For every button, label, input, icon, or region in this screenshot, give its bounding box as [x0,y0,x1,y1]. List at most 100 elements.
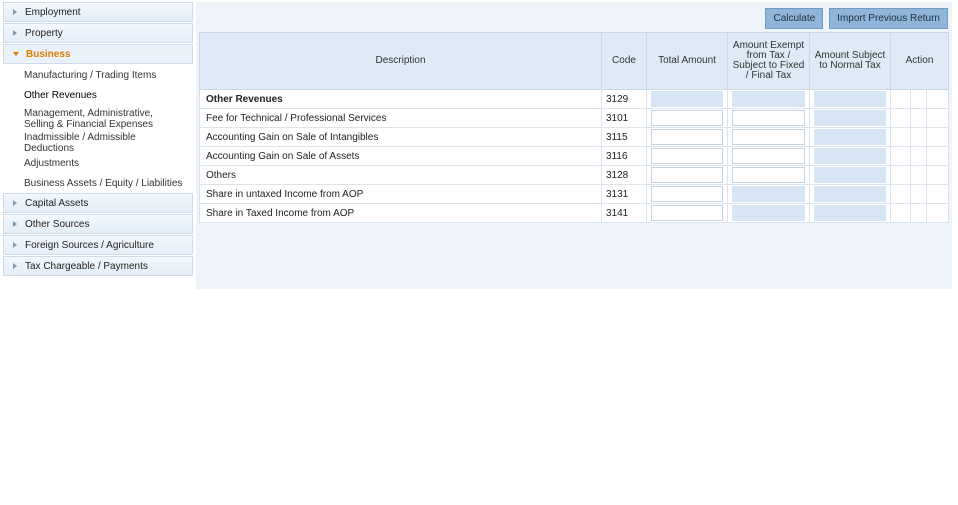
total-amount-input[interactable] [651,186,723,202]
table-row: Accounting Gain on Sale of Assets 3116 [199,146,949,166]
normal-amount-cell [809,108,891,128]
exempt-amount-field [732,205,805,221]
action-slot [911,128,927,146]
action-slot [911,90,927,108]
row-actions [890,89,949,109]
table-row: Share in untaxed Income from AOP 3131 [199,184,949,204]
sidebar-item-other-revenues[interactable]: Other Revenues [3,85,193,105]
action-slot [911,166,927,184]
revenue-table: Description Code Total Amount Amount Exe… [199,32,949,223]
normal-amount-field [814,186,886,202]
action-slot [927,128,944,146]
action-slot [911,109,927,127]
chevron-right-icon [13,263,17,269]
sidebar-item-adjustments[interactable]: Adjustments [3,153,193,173]
sidebar-submenu: Manufacturing / Trading Items Other Reve… [3,65,193,193]
total-amount-cell [646,108,728,128]
calculate-button[interactable]: Calculate [765,8,824,29]
row-code: 3129 [601,89,647,109]
table-header-row: Description Code Total Amount Amount Exe… [199,32,949,90]
action-slot [895,128,911,146]
row-actions [890,108,949,128]
sidebar-item-business-assets[interactable]: Business Assets / Equity / Liabilities [3,173,193,193]
sidebar-section-label: Capital Assets [25,197,89,209]
row-code: 3128 [601,165,647,185]
table-row: Share in Taxed Income from AOP 3141 [199,203,949,223]
action-slot [895,90,911,108]
action-slot [927,147,944,165]
sidebar-section-other-sources[interactable]: Other Sources [3,214,193,234]
exempt-amount-cell [727,146,810,166]
total-amount-input[interactable] [651,129,723,145]
chevron-right-icon [13,30,17,36]
table-row: Other Revenues 3129 [199,89,949,109]
total-amount-input[interactable] [651,205,723,221]
total-amount-cell [646,165,728,185]
action-slot [895,166,911,184]
sidebar-item-management-expenses[interactable]: Management, Administrative, Selling & Fi… [3,105,193,133]
row-actions [890,184,949,204]
exempt-amount-cell [727,203,810,223]
header-description: Description [199,32,602,90]
row-actions [890,165,949,185]
chevron-right-icon [13,242,17,248]
sidebar-section-business[interactable]: Business [3,44,193,64]
sidebar-item-manufacturing[interactable]: Manufacturing / Trading Items [3,65,193,85]
sidebar-section-foreign-sources[interactable]: Foreign Sources / Agriculture [3,235,193,255]
row-actions [890,146,949,166]
normal-amount-field [814,148,886,164]
exempt-amount-input[interactable] [732,167,805,183]
row-description: Share in untaxed Income from AOP [199,184,602,204]
sidebar-section-capital-assets[interactable]: Capital Assets [3,193,193,213]
import-previous-return-button[interactable]: Import Previous Return [829,8,948,29]
sidebar-item-deductions[interactable]: Inadmissible / Admissible Deductions [3,132,193,154]
total-amount-cell [646,89,728,109]
normal-amount-field [814,129,886,145]
sidebar-section-label: Business [26,48,71,60]
action-slot [927,109,944,127]
normal-amount-field [814,167,886,183]
sidebar-section-label: Property [25,27,63,39]
normal-amount-cell [809,203,891,223]
sidebar-section-label: Other Sources [25,218,90,230]
action-slot [927,166,944,184]
header-code: Code [601,32,647,90]
row-code: 3131 [601,184,647,204]
action-slot [895,147,911,165]
exempt-amount-field [732,186,805,202]
normal-amount-field [814,205,886,221]
exempt-amount-cell [727,108,810,128]
action-slot [895,204,911,222]
header-action: Action [890,32,949,90]
exempt-amount-cell [727,127,810,147]
chevron-right-icon [13,200,17,206]
total-amount-input[interactable] [651,167,723,183]
row-description: Others [199,165,602,185]
header-amount-exempt: Amount Exempt from Tax / Subject to Fixe… [727,32,810,90]
exempt-amount-field [732,91,805,107]
normal-amount-cell [809,165,891,185]
sidebar-section-employment[interactable]: Employment [3,2,193,22]
normal-amount-cell [809,89,891,109]
sidebar-section-label: Foreign Sources / Agriculture [25,239,154,251]
row-code: 3115 [601,127,647,147]
exempt-amount-input[interactable] [732,129,805,145]
total-amount-input[interactable] [651,148,723,164]
row-actions [890,127,949,147]
total-amount-input[interactable] [651,110,723,126]
sidebar-section-tax-chargeable[interactable]: Tax Chargeable / Payments [3,256,193,276]
total-amount-field [651,91,723,107]
normal-amount-cell [809,184,891,204]
chevron-right-icon [13,9,17,15]
exempt-amount-input[interactable] [732,148,805,164]
row-code: 3116 [601,146,647,166]
row-actions [890,203,949,223]
exempt-amount-cell [727,165,810,185]
exempt-amount-input[interactable] [732,110,805,126]
action-slot [911,147,927,165]
total-amount-cell [646,203,728,223]
row-description: Accounting Gain on Sale of Assets [199,146,602,166]
table-row: Others 3128 [199,165,949,185]
row-code: 3141 [601,203,647,223]
sidebar-section-property[interactable]: Property [3,23,193,43]
